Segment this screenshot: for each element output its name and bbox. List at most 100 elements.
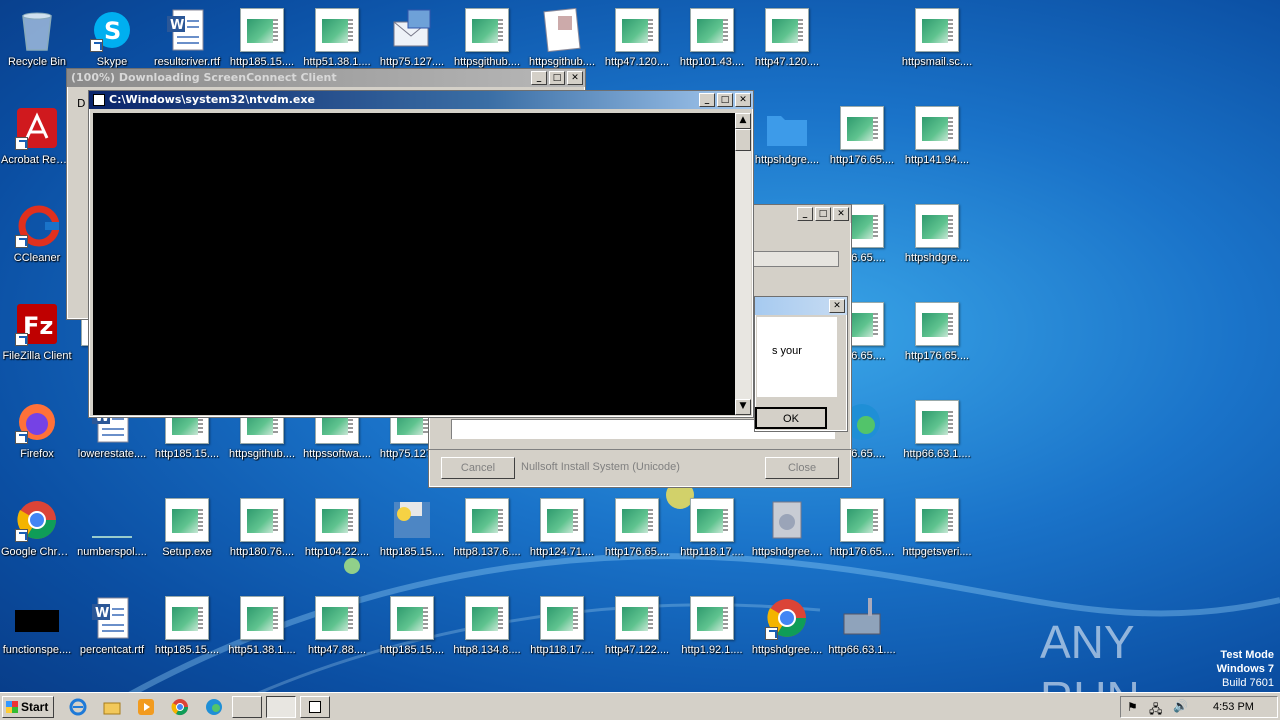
toolbox-icon xyxy=(840,596,884,640)
console-output[interactable] xyxy=(93,113,735,415)
start-label: Start xyxy=(21,700,49,714)
maximize-button[interactable]: □ xyxy=(549,71,565,85)
desktop-icon[interactable]: http124.71.... xyxy=(525,494,599,584)
desktop-icon-label: CCleaner xyxy=(13,252,61,264)
document-icon xyxy=(690,498,734,542)
anyrun-watermark: ANY RUN xyxy=(1040,614,1230,720)
document-icon xyxy=(915,204,959,248)
folder-icon xyxy=(765,106,809,150)
explorer-icon[interactable] xyxy=(102,697,122,717)
start-button[interactable]: Start xyxy=(2,696,54,718)
edge-taskbar-icon[interactable] xyxy=(204,697,224,717)
desktop-icon[interactable]: http141.94.... xyxy=(900,102,974,192)
desktop-icon-label: percentcat.rtf xyxy=(79,644,145,656)
screenconnect-titlebar[interactable]: (100%) Downloading ScreenConnect Client … xyxy=(67,69,585,87)
desktop-icon[interactable]: Acrobat Reader DC xyxy=(0,102,74,192)
taskbar-item-screenconnect[interactable] xyxy=(232,696,262,718)
desktop-icon[interactable]: http8.134.8.... xyxy=(450,592,524,682)
desktop-icon[interactable]: http176.65.... xyxy=(600,494,674,584)
desktop-icon-label: http176.65.... xyxy=(829,546,895,558)
desktop-icon[interactable]: Setup.exe xyxy=(150,494,224,584)
desktop-icon[interactable]: http185.15.... xyxy=(150,592,224,682)
desktop-icon[interactable]: http47.120.... xyxy=(600,4,674,94)
minimize-button[interactable]: _ xyxy=(699,93,715,107)
desktop-icon-label: httpssoftwa.... xyxy=(303,448,371,460)
desktop-icon[interactable]: http47.120.... xyxy=(750,4,824,94)
chrome-icon xyxy=(15,498,59,542)
message-titlebar[interactable]: ✕ xyxy=(755,297,847,315)
scroll-up-button[interactable]: ▲ xyxy=(735,113,751,129)
desktop-icon[interactable]: http66.63.1.... xyxy=(900,396,974,486)
desktop-icon[interactable]: http47.122.... xyxy=(600,592,674,682)
taskbar-item-installer[interactable] xyxy=(266,696,296,718)
skype-icon: S xyxy=(90,8,134,52)
vertical-scrollbar[interactable]: ▲ ▼ xyxy=(735,113,751,415)
desktop-icon[interactable]: httpshdgre.... xyxy=(900,200,974,290)
cancel-button[interactable]: Cancel xyxy=(441,457,515,479)
desktop-icon[interactable]: functionspe.... xyxy=(0,592,74,682)
scroll-thumb[interactable] xyxy=(735,129,751,151)
desktop-icon[interactable]: httpgetsveri.... xyxy=(900,494,974,584)
desktop-icon-label: http185.15.... xyxy=(379,546,445,558)
desktop-icon[interactable]: http118.17.... xyxy=(525,592,599,682)
desktop-icon[interactable]: httpsmail.sc.... xyxy=(900,4,974,94)
desktop-icon-label: httpshdgree.... xyxy=(751,546,823,558)
maximize-button[interactable]: □ xyxy=(717,93,733,107)
desktop-icon[interactable]: http66.63.1.... xyxy=(825,592,899,682)
desktop-icon[interactable]: http176.65.... xyxy=(825,102,899,192)
desktop-icon[interactable]: Fz FileZilla Client xyxy=(0,298,74,388)
minimize-button[interactable]: _ xyxy=(797,207,813,221)
scroll-down-button[interactable]: ▼ xyxy=(735,399,751,415)
desktop-icon[interactable]: numberspol.... xyxy=(75,494,149,584)
media-player-icon[interactable] xyxy=(136,697,156,717)
desktop-icon[interactable]: Firefox xyxy=(0,396,74,486)
action-center-flag-icon[interactable]: ⚑ xyxy=(1127,700,1138,714)
screenconnect-body-text: D xyxy=(77,97,86,110)
message-dialog[interactable]: ✕ s your OK xyxy=(754,296,848,432)
desktop-icon[interactable]: Recycle Bin xyxy=(0,4,74,94)
ok-button[interactable]: OK xyxy=(755,407,827,429)
close-button[interactable]: Close xyxy=(765,457,839,479)
desktop-icon[interactable]: CCleaner xyxy=(0,200,74,290)
document-icon xyxy=(390,596,434,640)
ntvdm-titlebar[interactable]: C:\Windows\system32\ntvdm.exe _ □ ✕ xyxy=(89,91,753,109)
desktop-icon[interactable]: http47.88.... xyxy=(300,592,374,682)
desktop-icon[interactable]: http176.65.... xyxy=(900,298,974,388)
document-icon xyxy=(915,302,959,346)
desktop-icon[interactable]: http185.15.... xyxy=(375,494,449,584)
close-button[interactable]: ✕ xyxy=(833,207,849,221)
minimize-button[interactable]: _ xyxy=(531,71,547,85)
chrome-taskbar-icon[interactable] xyxy=(170,697,190,717)
maximize-button[interactable]: □ xyxy=(815,207,831,221)
desktop-icon[interactable]: Wpercentcat.rtf xyxy=(75,592,149,682)
desktop-icon[interactable]: http176.65.... xyxy=(825,494,899,584)
clock[interactable]: 4:53 PM xyxy=(1213,701,1254,713)
desktop-icon[interactable]: Google Chrome xyxy=(0,494,74,584)
document-icon xyxy=(915,106,959,150)
filezilla-icon: Fz xyxy=(15,302,59,346)
desktop-icon[interactable]: http185.15.... xyxy=(375,592,449,682)
desktop-icon[interactable]: http180.76.... xyxy=(225,494,299,584)
document-icon xyxy=(165,596,209,640)
test-mode-text: Test Mode Windows 7 Build 7601 xyxy=(1217,648,1274,690)
desktop-icon[interactable]: httpshdgree.... xyxy=(750,494,824,584)
ie-icon[interactable] xyxy=(68,697,88,717)
close-button[interactable]: ✕ xyxy=(829,299,845,313)
taskbar-item-ntvdm[interactable] xyxy=(300,696,330,718)
desktop-icon[interactable]: http118.17.... xyxy=(675,494,749,584)
desktop-icon[interactable]: http101.43.... xyxy=(675,4,749,94)
close-button[interactable]: ✕ xyxy=(735,93,751,107)
desktop-icon[interactable]: http1.92.1.... xyxy=(675,592,749,682)
desktop-icon[interactable]: httpshdgre.... xyxy=(750,102,824,192)
network-icon[interactable]: 🖧 xyxy=(1149,700,1162,720)
shortcut-arrow-icon xyxy=(15,431,28,444)
word-doc-icon: W xyxy=(165,8,209,52)
desktop-icon-label: httpsmail.sc.... xyxy=(901,56,973,68)
desktop-icon[interactable]: http8.137.6.... xyxy=(450,494,524,584)
volume-icon[interactable]: 🔊 xyxy=(1173,699,1188,713)
desktop-icon[interactable]: http51.38.1.... xyxy=(225,592,299,682)
desktop-icon[interactable]: http104.22.... xyxy=(300,494,374,584)
desktop-icon[interactable]: httpshdgree.... xyxy=(750,592,824,682)
close-button[interactable]: ✕ xyxy=(567,71,583,85)
ntvdm-console-window[interactable]: C:\Windows\system32\ntvdm.exe _ □ ✕ ▲ ▼ xyxy=(88,90,754,418)
